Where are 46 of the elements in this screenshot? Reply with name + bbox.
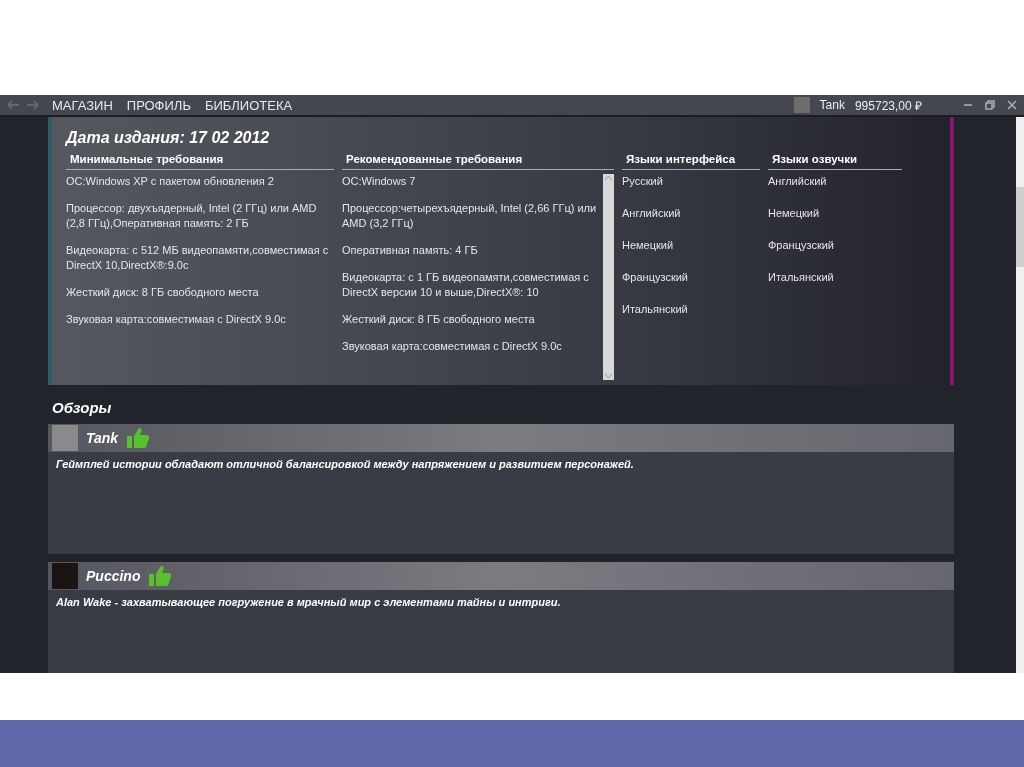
language-text: Французский	[768, 238, 835, 253]
requirement-text: Жесткий диск: 8 ГБ свободного места	[66, 285, 260, 300]
reviews-heading: Обзоры	[52, 399, 113, 416]
thumbs-up-icon	[126, 427, 151, 449]
account-name: Tank	[819, 98, 845, 112]
column-heading: Языки озвучки	[768, 153, 902, 170]
language-text: Французский	[622, 270, 689, 285]
requirement-text: Звуковая карта:совместимая с DirectX 9.0c	[342, 339, 563, 354]
back-forward-arrows-icon[interactable]	[6, 99, 40, 111]
column-heading: Языки интерфейса	[622, 153, 760, 170]
scrollbar[interactable]	[603, 174, 614, 380]
column-heading: Минимальные требования	[66, 153, 334, 170]
restore-icon[interactable]	[984, 99, 996, 111]
review-text: Геймплей истории обладают отличной балансировкой между напряжением и развитием персонажей.	[55, 457, 635, 472]
review-author: Puccino	[86, 568, 141, 584]
language-text: Итальянский	[622, 302, 689, 317]
column-heading: Рекомендованные требования	[342, 153, 614, 170]
review-author: Tank	[86, 430, 119, 446]
close-icon[interactable]	[1006, 99, 1018, 111]
language-text: Русский	[622, 174, 664, 189]
language-text: Английский	[768, 174, 828, 189]
language-text: Немецкий	[622, 238, 675, 253]
language-text: Итальянский	[768, 270, 835, 285]
language-text: Немецкий	[768, 206, 821, 221]
requirement-text: Процессор: двухъядерный, Intel (2 ГГц) или AMD (2,8 ГГц),Оперативная память: 2 ГБ	[66, 201, 318, 231]
account-balance: 995723,00 ₽	[854, 97, 922, 114]
avatar-photo-placeholder	[52, 425, 78, 451]
page-scrollbar[interactable]	[1016, 117, 1024, 673]
requirement-text: ОС:Windows XP с пакетом обновления 2	[66, 174, 275, 189]
language-text: Английский	[622, 206, 682, 221]
release-date: Дата издания: 17 02 2012	[66, 129, 271, 147]
requirement-text: ОС:Windows 7	[342, 174, 417, 189]
nav-tab[interactable]: БИБЛИОТЕКА	[202, 97, 295, 113]
requirement-text: Оперативная память: 4 ГБ	[342, 243, 479, 258]
requirement-text: Процессор:четырехъядерный, Intel (2,66 ГГц) или AMD (3,2 ГГц)	[342, 201, 598, 231]
avatar-photo-placeholder	[793, 97, 810, 113]
thumbs-up-icon	[148, 565, 173, 587]
requirement-text: Звуковая карта:совместимая с DirectX 9.0c	[66, 312, 287, 327]
requirement-text: Видеокарта: с 1 ГБ видеопамяти,совместимая с DirectX версии 10 и выше,DirectX®: 10	[342, 270, 590, 300]
avatar-photo-placeholder	[52, 563, 78, 589]
scrollbar-thumb[interactable]	[1016, 187, 1024, 267]
review-text: Alan Wake - захватывающее погружение в мрачный мир с элементами тайны и интриги.	[55, 595, 562, 610]
requirement-text: Жесткий диск: 8 ГБ свободного места	[342, 312, 536, 327]
nav-tab[interactable]: МАГАЗИН	[50, 97, 115, 113]
nav-tab[interactable]: ПРОФИЛЬ	[124, 97, 193, 113]
requirement-text: Видеокарта: с 512 МБ видеопамяти,совместимая с DirectX 10,DirectX®:9.0c	[66, 243, 330, 273]
